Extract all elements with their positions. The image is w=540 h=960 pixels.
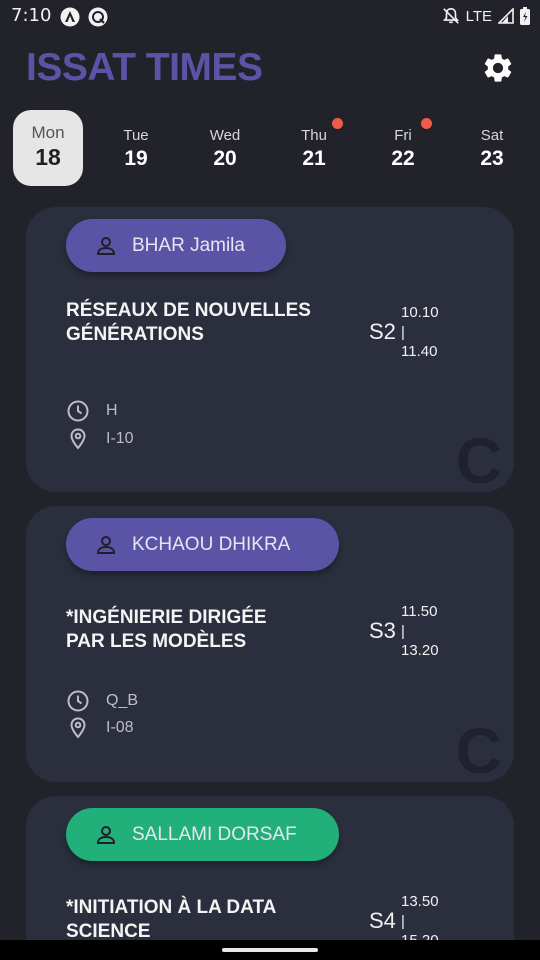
room-value: I-08 [106,719,134,736]
time-separator: | [401,622,405,640]
clock-icon [67,400,89,422]
notification-dot [421,118,432,129]
teacher-pill: KCHAOU DHIKRA [66,518,339,571]
day-number: 20 [213,147,237,170]
day-sat[interactable]: Sat 23 [457,110,527,186]
course-card[interactable]: KCHAOU DHIKRA *INGÉNIERIE DIRIGÉE PAR LE… [26,506,514,782]
home-gesture-handle[interactable] [222,948,318,952]
day-name: Wed [209,127,241,144]
course-type-mark: C [455,425,502,492]
day-number: 21 [302,147,326,170]
sync-notification-icon [88,7,108,27]
day-tue[interactable]: Tue 19 [101,110,171,186]
course-group: H [66,399,118,423]
status-bar: 7:10 LTE [0,0,540,34]
day-number: 22 [391,147,415,170]
day-selector: Mon 18 Tue 19 Wed 20 Thu 21 Fri 22 Sat 2… [0,110,540,188]
course-times: 11.50 | 13.20 [401,602,439,661]
time-end: 13.20 [401,642,439,659]
day-name: Mon [31,123,65,142]
course-card[interactable]: BHAR Jamila RÉSEAUX DE NOUVELLES GÉNÉRAT… [26,207,514,492]
teacher-name: KCHAOU DHIKRA [132,533,291,555]
day-name: Sat [480,127,504,144]
session-label: S3 [369,618,396,643]
status-icons: LTE [442,7,530,25]
day-number: 23 [480,147,504,170]
clock-icon [67,690,89,712]
battery-icon [520,7,530,25]
signal-icon [498,8,514,24]
location-pin-icon [70,428,86,450]
time-separator: | [401,323,405,341]
room-value: I-10 [106,430,134,447]
day-wed[interactable]: Wed 20 [190,110,260,186]
teacher-name: SALLAMI DORSAF [132,823,297,845]
app-title: ISSAT TIMES [26,46,263,89]
teacher-name: BHAR Jamila [132,234,245,256]
course-subject: *INGÉNIERIE DIRIGÉE PAR LES MODÈLES [66,607,267,652]
app-screen: 7:10 LTE ISSAT TIMES Mon 18 Tue 19 Wed 2… [0,0,540,960]
course-type-mark: C [455,715,502,782]
time-start: 13.50 [401,893,439,910]
person-icon [96,825,116,844]
session-label: S2 [369,319,396,344]
teacher-pill: BHAR Jamila [66,219,286,272]
settings-gear-icon[interactable] [481,51,515,85]
course-group: Q_B [66,689,138,713]
day-name: Fri [394,127,412,144]
course-times: 10.10 | 11.40 [401,303,439,362]
day-name: Thu [301,127,327,144]
notifications-off-icon [442,7,459,24]
app-notification-icon [60,7,80,27]
day-number: 19 [124,147,148,170]
course-subject: *INITIATION À LA DATA SCIENCE [66,897,276,942]
day-name: Tue [123,127,149,144]
day-mon[interactable]: Mon 18 [13,110,83,186]
course-card[interactable]: SALLAMI DORSAF *INITIATION À LA DATA SCI… [26,796,514,960]
location-pin-icon [70,717,86,739]
time-separator: | [401,912,405,930]
course-subject: RÉSEAUX DE NOUVELLES GÉNÉRATIONS [66,300,311,345]
group-value: Q_B [106,692,139,709]
notification-dot [332,118,343,129]
course-room: I-08 [66,716,134,740]
network-type: LTE [465,7,492,25]
time-start: 10.10 [401,304,439,321]
group-value: H [106,402,118,419]
day-number: 18 [35,144,61,170]
day-thu[interactable]: Thu 21 [279,110,349,186]
course-room: I-10 [66,427,134,451]
time-end: 11.40 [401,343,438,360]
day-fri[interactable]: Fri 22 [368,110,438,186]
person-icon [96,535,116,554]
time-start: 11.50 [401,603,438,620]
status-time: 7:10 [11,5,52,26]
session-label: S4 [369,908,396,933]
person-icon [96,236,116,255]
teacher-pill: SALLAMI DORSAF [66,808,339,861]
